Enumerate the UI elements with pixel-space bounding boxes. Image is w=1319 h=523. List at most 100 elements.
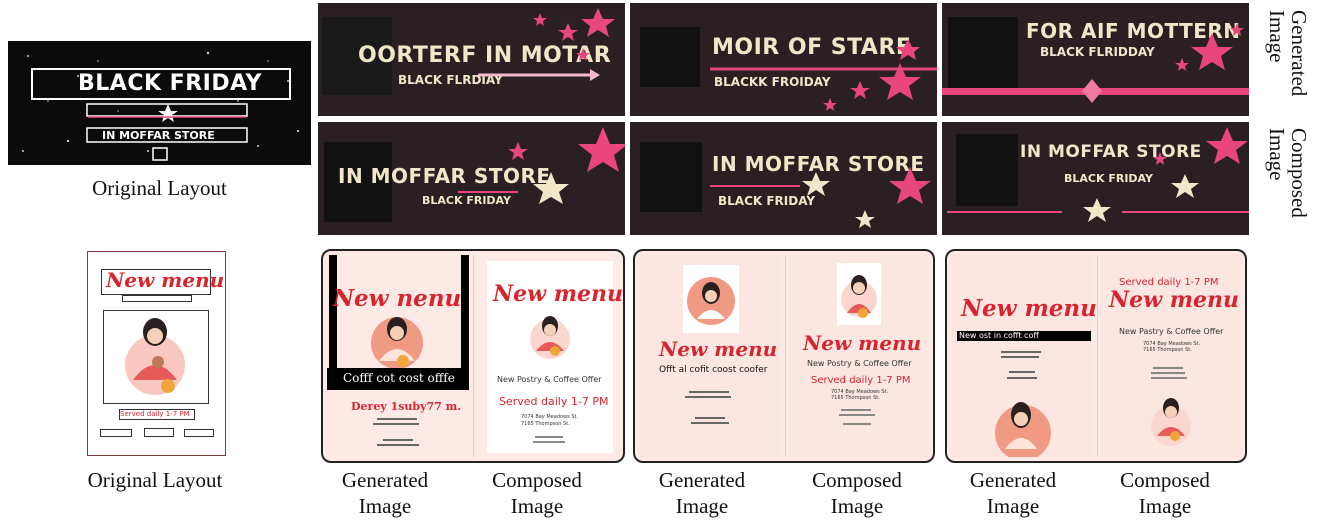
poster-title: New menu [1109,287,1239,313]
decor [478,8,615,81]
text-lines [1001,351,1041,353]
decor [458,127,625,204]
generated-poster: New menu New ost in cofft coff [951,255,1097,457]
star-icon [889,167,931,204]
original-title: BLACK FRIDAY [78,71,262,96]
generated-poster: New nenu Cofff cot cost offfe Derey 1sub… [327,255,469,457]
poster-subtitle: New Postry & Coffee Offer [497,375,602,384]
generated-banner-1: OORTERF IN MOTAR BLACK FLRDIAY [318,3,625,116]
poster-title: New menu [803,331,922,355]
decor [947,127,1249,222]
poster-red-text: Served daily 1-7 PM [499,395,609,408]
star-icon [533,13,547,26]
poster-title: New menu [659,337,778,361]
composed-poster: Served daily 1-7 PM New menu New Pastry … [1101,255,1241,457]
text-lines [1151,372,1185,374]
text-lines [383,439,413,441]
star-icon [581,8,615,37]
star-icon [1191,33,1233,70]
sparkle-background [22,51,300,161]
poster-title: New menu [961,295,1097,322]
menu-panel-1: New nenu Cofff cot cost offfe Derey 1sub… [321,249,625,463]
text-lines [691,422,729,424]
poster-title: New nenu [333,285,462,312]
divider [473,255,474,457]
text-lines [841,409,871,411]
caption-composed-3: Composed Image [1120,468,1210,518]
star-icon [1083,198,1111,222]
star-icon [1171,174,1199,198]
poster-band-text: New ost in cofft coff [959,331,1039,340]
text-lines [689,391,729,393]
caption-generated-3: Generated Image [969,468,1057,518]
star-icon [850,81,870,99]
woman-coffee-illustration [530,316,570,359]
text-lines [535,436,563,438]
composed-banner-2: IN MOFFAR STORE BLACK FRIDAY [630,122,937,235]
menu-panel-2: New menu Offt al cofit coost coofer New … [633,249,935,463]
poster-address-2: 7165 Thompson St. [521,421,570,427]
side-label-composed: Composed Image [1265,128,1311,218]
text-lines [839,414,875,416]
text-lines [843,423,871,425]
star-icon [855,210,875,228]
star-icon [578,127,625,172]
text-lines [695,417,725,419]
star-icon [802,172,830,196]
composed-poster: New menu New Postry & Coffee Offer Serve… [487,261,623,453]
poster-address-2: 7165 Thompson St. [1143,347,1192,353]
star-icon [1230,23,1244,36]
woman-coffee-illustration [125,318,185,395]
caption-original-layout-bottom: Original Layout [87,468,223,492]
star-icon [508,142,528,160]
text-lines [377,418,417,420]
text-lines [533,441,565,443]
original-menu-title: New menu [106,268,225,292]
decor [710,39,937,111]
poster-subtitle: New Pastry & Coffee Offer [1119,327,1224,336]
caption-composed-2: Composed Image [812,468,902,518]
woman-coffee-illustration [995,402,1051,457]
menu-panel-3: New menu New ost in cofft coff Served da… [945,249,1247,463]
footer-box-2 [144,428,174,437]
caption-generated-2: Generated Image [658,468,746,518]
subtitle-box [122,295,192,302]
generated-poster: New menu Offt al cofit coost coofer [639,255,781,457]
composed-poster: New menu New Postry & Coffee Offer Serve… [789,255,929,457]
composed-banner-1: IN MOFFAR STORE BLACK FRIDAY [318,122,625,235]
side-label-generated: Generated Image [1265,10,1311,97]
poster-band-text: Cofff cot cost offfe [343,371,455,385]
poster-subtitle: Offt al cofit coost coofer [659,365,768,375]
woman-coffee-illustration [1151,398,1191,446]
generated-banner-3: FOR AIF MOTTERN BLACK FLRIDDAY [942,3,1249,116]
original-layout-black-friday: BLACK FRIDAY IN MOFFAR STORE [8,41,311,165]
poster-title: New menu [493,281,623,307]
text-lines [373,423,419,425]
poster-subtitle: New Postry & Coffee Offer [807,359,912,368]
composed-banner-3: IN MOFFAR STORE BLACK FRIDAY [942,122,1249,235]
generated-banner-2: MOIR OF STARE BLACKK FROIDAY [630,3,937,116]
poster-address-2: 7165 Thompson St. [831,395,880,401]
text-lines [377,444,419,446]
poster-red-text: Derey 1suby77 m. [351,400,462,413]
caption-composed-1: Composed Image [492,468,582,518]
original-layout-menu: New menu Served daily 1-7 PM [87,251,226,456]
star-icon [558,23,578,41]
footer-box-1 [100,429,132,437]
star-icon [823,98,837,111]
caption-original-layout-top: Original Layout [92,176,227,200]
text-lines [1007,377,1037,379]
divider [785,255,786,457]
star-icon [1206,127,1248,164]
star-icon [576,48,590,61]
served-box [119,409,195,420]
decor [942,23,1249,103]
text-lines [685,396,731,398]
text-lines [1001,356,1039,358]
star-icon [533,172,569,204]
text-lines [1009,371,1035,373]
star-icon [1175,58,1189,71]
text-lines [1151,377,1187,379]
divider [1097,255,1098,457]
poster-address-1: 7074 Bay Meadows St. [521,414,579,420]
